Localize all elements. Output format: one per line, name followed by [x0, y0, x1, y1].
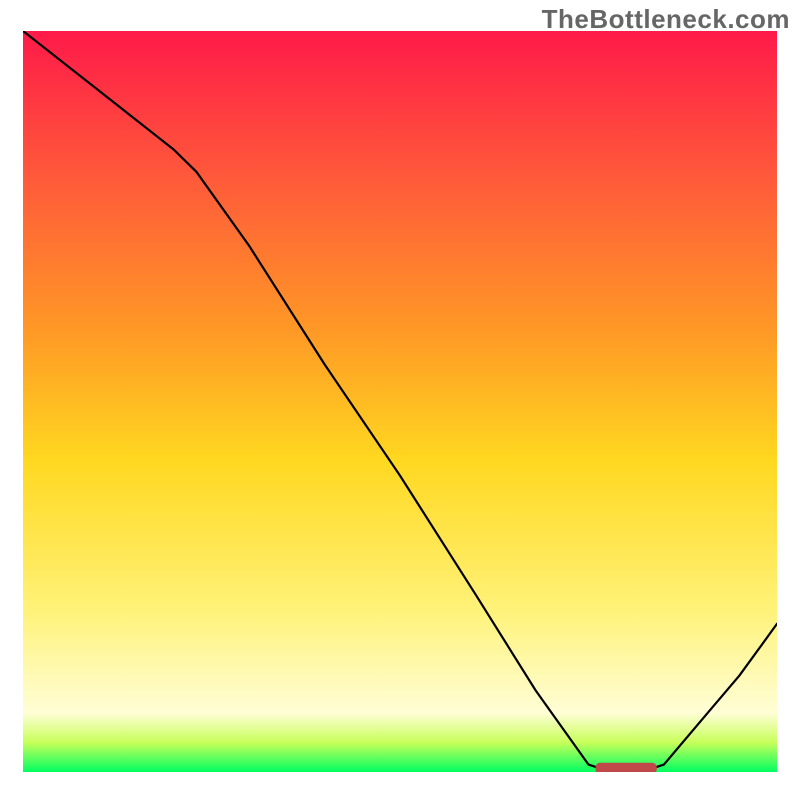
plot-area	[23, 31, 777, 772]
bottleneck-chart: TheBottleneck.com	[0, 0, 800, 800]
chart-svg	[23, 31, 777, 772]
bottleneck-curve	[23, 31, 777, 772]
optimal-range-marker	[596, 763, 656, 772]
